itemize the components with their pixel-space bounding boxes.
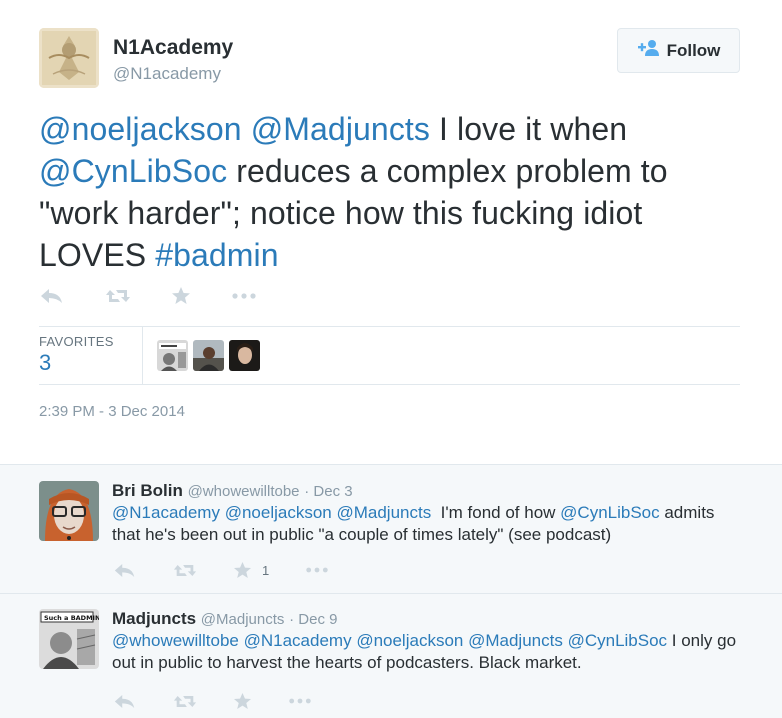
hashtag-link[interactable]: #badmin [155,237,278,273]
tweet-text: @noeljackson @Madjuncts I love it when @… [39,108,739,276]
reply-author-handle[interactable]: @Madjuncts [201,611,285,628]
more-icon [232,292,256,299]
more-button[interactable] [231,292,257,300]
retweet-icon [173,695,197,707]
retweet-button[interactable] [173,562,197,579]
divider [39,384,740,385]
reply-text: @whowewilltobe @N1academy @noeljackson @… [112,630,742,674]
tweet-text-segment: I love it when [430,111,628,147]
avatar-caption: Such a BADMIN [44,614,99,622]
favorite-icon [233,692,252,710]
reply-author-handle[interactable]: @whowewilltobe [188,483,300,500]
favorite-button[interactable] [171,286,191,305]
more-button[interactable] [288,697,312,705]
mention-link[interactable]: @Madjuncts [251,111,430,147]
reply-text: @N1academy @noeljackson @Madjuncts I'm f… [112,502,742,546]
replies-section: Bri Bolin @whowewilltobe · Dec 3 @N1acad… [0,464,782,718]
mention-link[interactable]: @whowewilltobe [112,631,239,650]
bri-bolin-avatar[interactable] [39,481,99,541]
n1academy-avatar[interactable] [39,28,99,88]
retweet-button[interactable] [105,287,131,305]
reply-actions: 1 [113,561,329,579]
reply-date[interactable]: · Dec 9 [289,611,337,628]
reply-actions [113,692,312,710]
mention-link[interactable]: @noeljackson [225,503,332,522]
tweet-timestamp[interactable]: 2:39 PM - 3 Dec 2014 [39,403,185,420]
favorites-label: FAVORITES [39,334,114,349]
mention-link[interactable]: @Madjuncts [468,631,563,650]
divider [39,326,740,327]
favorite-button[interactable]: 1 [233,561,269,579]
madjuncts-avatar[interactable]: Such a BADMIN [39,609,99,669]
more-button[interactable] [305,566,329,574]
favorite-button[interactable] [233,692,252,710]
mention-link[interactable]: @CynLibSoc [39,153,227,189]
favorites-count[interactable]: 3 [39,350,51,376]
favorite-count: 1 [262,562,270,578]
reply-divider [0,593,782,594]
reply-icon [114,563,135,577]
favorite-icon [172,287,190,304]
tweet-actions [39,286,291,305]
more-icon [289,698,311,704]
mention-link[interactable]: @CynLibSoc [568,631,667,650]
favoriter-avatar[interactable] [229,340,260,371]
reply-author-name[interactable]: Madjuncts [112,609,196,628]
reply-icon [41,288,62,303]
reply-icon [114,694,135,708]
mention-link[interactable]: @CynLibSoc [560,503,659,522]
retweet-icon [106,289,130,302]
follow-person-icon [637,39,667,62]
reply-author-name[interactable]: Bri Bolin [112,481,183,500]
author-handle[interactable]: @N1academy [113,64,221,84]
main-tweet: N1Academy @N1academy Follow @noeljackson… [0,0,782,464]
mention-link[interactable]: @N1academy [112,503,220,522]
favorite-icon [233,561,252,579]
favoriter-avatar[interactable] [157,340,188,371]
author-name[interactable]: N1Academy [113,36,233,60]
favoriter-avatar[interactable] [193,340,224,371]
more-icon [306,567,328,573]
reply-header: Madjuncts @Madjuncts · Dec 9 [112,609,337,629]
reply-date[interactable]: · Dec 3 [304,483,352,500]
retweet-button[interactable] [173,693,197,710]
mention-link[interactable]: @Madjuncts [336,503,431,522]
reply-text-segment: I'm fond of how [431,503,561,522]
retweet-icon [173,564,197,576]
favorites-divider [142,327,143,384]
reply-button[interactable] [39,287,65,305]
mention-link[interactable]: @noeljackson [356,631,463,650]
follow-label: Follow [666,40,721,60]
reply-button[interactable] [113,562,137,579]
reply-header: Bri Bolin @whowewilltobe · Dec 3 [112,481,353,501]
mention-link[interactable]: @N1academy [244,631,352,650]
mention-link[interactable]: @noeljackson [39,111,242,147]
follow-button[interactable]: Follow [617,28,740,73]
reply-button[interactable] [113,693,137,710]
